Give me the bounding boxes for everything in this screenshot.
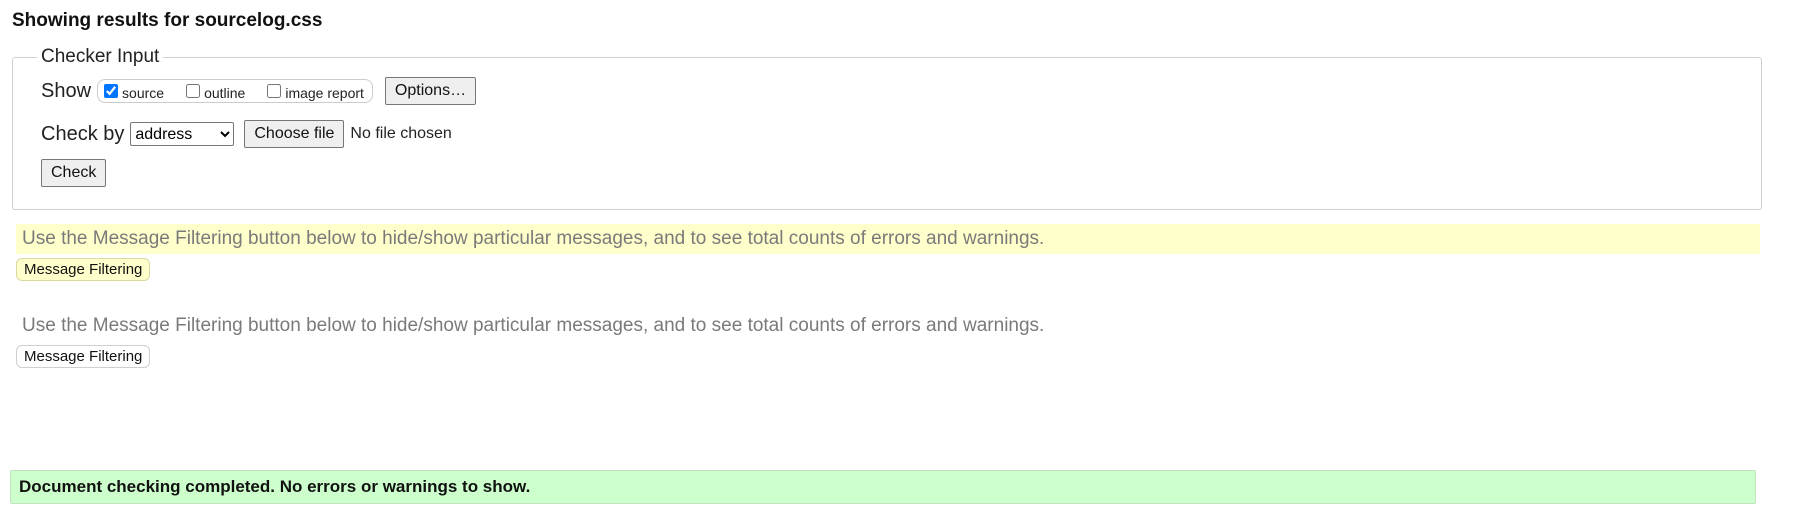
checker-input-legend: Checker Input xyxy=(41,46,160,67)
choose-file-button[interactable]: Choose file xyxy=(244,120,345,148)
results-heading: Showing results for sourcelog.css xyxy=(12,10,323,31)
message-filtering-button-2[interactable]: Message Filtering xyxy=(16,345,151,368)
options-button[interactable]: Options… xyxy=(384,77,477,105)
check-button-row: Check xyxy=(41,156,1761,190)
check-by-row: Check by address Choose file No file cho… xyxy=(41,116,1761,152)
show-options-group: source outline image report xyxy=(97,79,373,103)
show-image-report-option[interactable]: image report xyxy=(267,83,364,101)
filter-hint-plain: Use the Message Filtering button below t… xyxy=(22,315,1045,336)
show-image-report-label: image report xyxy=(285,85,364,101)
checker-input-fieldset: Checker Input Show source outline image … xyxy=(12,46,1762,210)
show-outline-label: outline xyxy=(204,85,246,101)
check-by-label: Check by xyxy=(41,122,125,145)
show-source-label: source xyxy=(122,85,165,101)
show-source-checkbox[interactable] xyxy=(104,84,119,98)
show-image-report-checkbox[interactable] xyxy=(267,84,282,98)
check-by-select[interactable]: address xyxy=(130,122,235,146)
no-file-chosen-text: No file chosen xyxy=(350,125,452,142)
page: Showing results for sourcelog.css Checke… xyxy=(0,0,1804,504)
message-filtering-button-1[interactable]: Message Filtering xyxy=(16,258,151,281)
show-label: Show xyxy=(41,79,92,102)
check-button[interactable]: Check xyxy=(41,159,107,187)
show-outline-option[interactable]: outline xyxy=(186,83,246,101)
filter-hint-highlighted: Use the Message Filtering button below t… xyxy=(16,224,1760,254)
show-source-option[interactable]: source xyxy=(104,83,165,101)
show-row: Show source outline image report Options… xyxy=(41,74,1761,108)
status-completed-banner: Document checking completed. No errors o… xyxy=(10,470,1756,504)
show-outline-checkbox[interactable] xyxy=(186,84,201,98)
